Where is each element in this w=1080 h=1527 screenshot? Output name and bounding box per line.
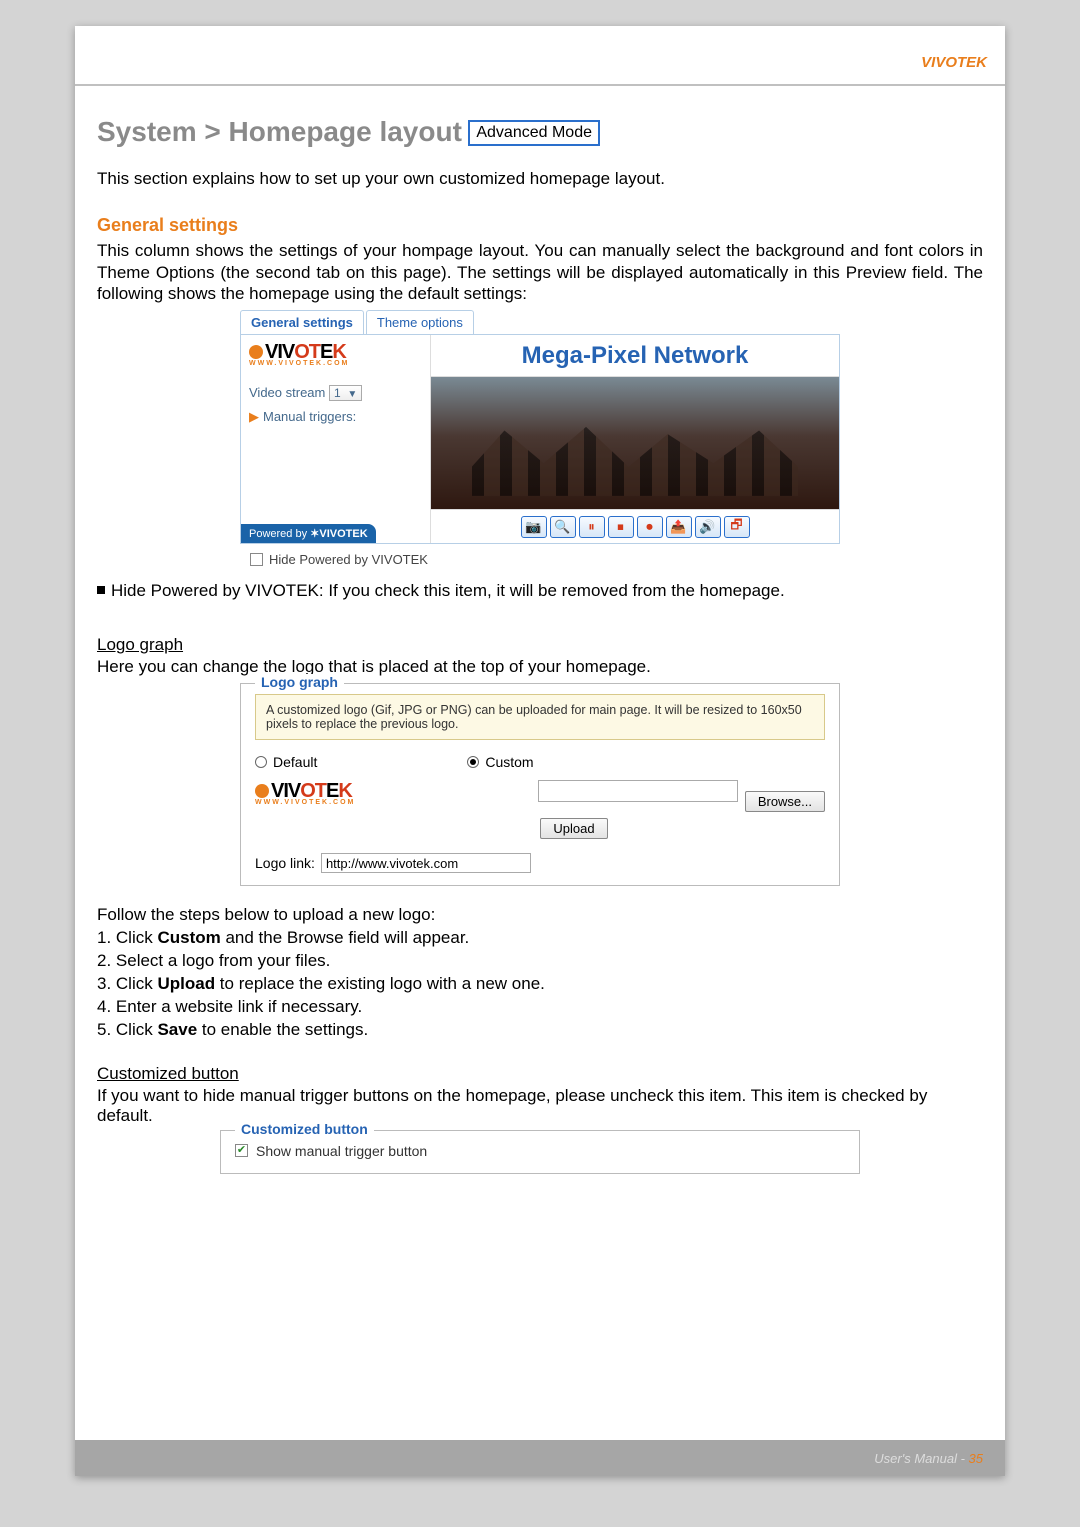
page-footer: User's Manual - 35: [75, 1440, 1005, 1476]
browse-button[interactable]: Browse...: [745, 791, 825, 812]
hide-powered-desc: Hide Powered by VIVOTEK: If you check th…: [97, 581, 983, 601]
record-button[interactable]: ⏺: [637, 516, 663, 538]
page-title: System > Homepage layout: [97, 116, 462, 147]
logo-info-box: A customized logo (Gif, JPG or PNG) can …: [255, 694, 825, 740]
logo-link-label: Logo link:: [255, 855, 315, 871]
powered-by-bar: Powered by ✶VIVOTEK: [241, 524, 376, 543]
customized-button-heading: Customized button: [97, 1064, 983, 1084]
customized-button-fieldset: Customized button Show manual trigger bu…: [220, 1130, 860, 1174]
powered-by-brand: ✶VIVOTEK: [310, 528, 368, 540]
pause-button[interactable]: ⏸: [579, 516, 605, 538]
advanced-mode-badge: Advanced Mode: [468, 120, 600, 146]
radio-custom[interactable]: Custom: [467, 754, 533, 770]
fullscreen-button[interactable]: 🗗: [724, 516, 750, 538]
audio-button[interactable]: 🔊: [695, 516, 721, 538]
show-manual-trigger-label: Show manual trigger button: [256, 1143, 427, 1159]
chevron-down-icon: ▼: [347, 389, 357, 400]
logo-subtext: WWW.VIVOTEK.COM: [249, 360, 389, 367]
logo-graph-heading: Logo graph: [97, 635, 983, 655]
radio-icon: [255, 756, 267, 768]
upload-logo-button[interactable]: Upload: [540, 818, 607, 839]
tab-theme-options[interactable]: Theme options: [366, 310, 474, 334]
stop-button[interactable]: ⏹: [608, 516, 634, 538]
upload-steps: Follow the steps below to upload a new l…: [97, 904, 983, 1042]
video-preview-area: [431, 377, 839, 509]
brand-label: VIVOTEK: [921, 54, 987, 71]
general-settings-desc: This column shows the settings of your h…: [97, 240, 983, 304]
logo-link-input[interactable]: [321, 853, 531, 873]
snapshot-button[interactable]: 📷: [521, 516, 547, 538]
general-settings-heading: General settings: [97, 215, 983, 236]
video-stream-row: Video stream 1 ▼: [249, 385, 422, 401]
homepage-preview: General settings Theme options VIVOTEK W…: [240, 310, 840, 567]
zoom-button[interactable]: 🔍: [550, 516, 576, 538]
logo-graph-legend: Logo graph: [255, 674, 344, 690]
hide-powered-checkbox[interactable]: [250, 553, 263, 566]
logo-eye-icon: [249, 345, 263, 359]
radio-default[interactable]: Default: [255, 754, 317, 770]
page-number: 35: [969, 1451, 983, 1466]
show-manual-trigger-checkbox[interactable]: [235, 1144, 248, 1157]
logo-preview: VIVOTEK WWW.VIVOTEK.COM: [255, 780, 425, 814]
logo-graph-fieldset: Logo graph A customized logo (Gif, JPG o…: [240, 683, 840, 886]
preview-sidebar: VIVOTEK WWW.VIVOTEK.COM Video stream 1 ▼…: [241, 335, 431, 543]
video-controls-bar: 📷 🔍 ⏸ ⏹ ⏺ 📤 🔊 🗗: [431, 509, 839, 543]
customized-button-desc: If you want to hide manual trigger butto…: [97, 1086, 983, 1126]
video-stream-select[interactable]: 1 ▼: [329, 385, 362, 401]
page-header: VIVOTEK: [75, 26, 1005, 86]
bullet-icon: [97, 586, 105, 594]
manual-triggers-row[interactable]: ▶Manual triggers:: [249, 409, 422, 425]
expand-icon: ▶: [249, 409, 259, 424]
upload-button[interactable]: 📤: [666, 516, 692, 538]
hide-powered-label: Hide Powered by VIVOTEK: [269, 552, 428, 567]
intro-text: This section explains how to set up your…: [97, 168, 983, 189]
video-stream-label: Video stream: [249, 385, 325, 400]
tab-general-settings[interactable]: General settings: [240, 310, 364, 334]
logo-eye-icon: [255, 784, 269, 798]
file-path-input[interactable]: [538, 780, 738, 802]
preview-main-title: Mega-Pixel Network: [522, 342, 749, 370]
radio-icon: [467, 756, 479, 768]
footer-label: User's Manual -: [874, 1451, 968, 1466]
logo-graph-subtext: Here you can change the logo that is pla…: [97, 657, 983, 677]
vivotek-logo: VIVOTEK WWW.VIVOTEK.COM: [249, 341, 389, 375]
customized-button-legend: Customized button: [235, 1121, 374, 1137]
